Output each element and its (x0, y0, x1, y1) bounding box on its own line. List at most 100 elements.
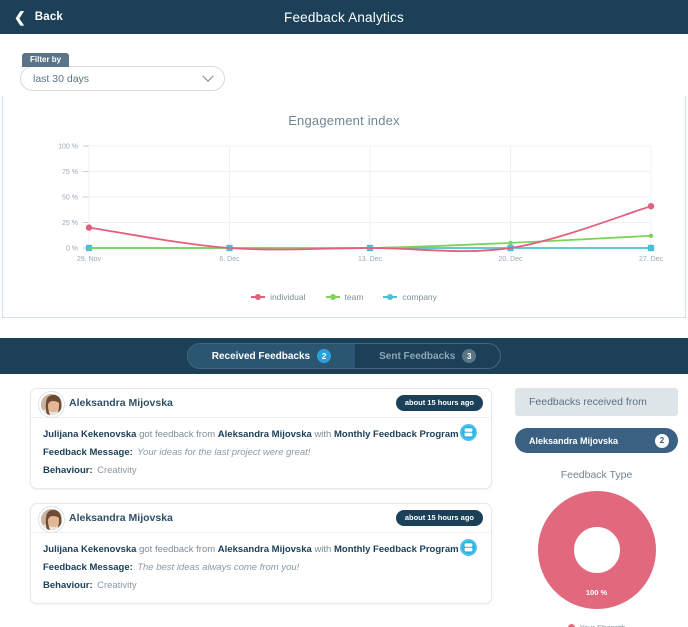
feedback-author-name: Aleksandra Mijovska (69, 512, 173, 524)
feedback-card-header: Aleksandra Mijovska about 15 hours ago (31, 504, 491, 533)
chevron-left-icon: ❮ (14, 9, 26, 25)
tabs-band: Received Feedbacks 2 Sent Feedbacks 3 (0, 338, 688, 374)
tab-sent-feedbacks[interactable]: Sent Feedbacks 3 (355, 344, 500, 368)
chart-plot-area: 0 % 25 % 50 % 75 % 100 % 29. Nov 6. Dec 13. De… (3, 138, 685, 278)
feedback-type-title: Feedback Type (560, 469, 633, 481)
x-tick-label: 27. Dec (639, 256, 664, 263)
page-title: Feedback Analytics (284, 9, 404, 25)
tab-received-feedbacks[interactable]: Received Feedbacks 2 (187, 344, 356, 368)
data-point-individual (85, 224, 93, 231)
avatar-image (41, 509, 62, 530)
feedback-card-body: Julijana Kekenovska got feedback from Al… (31, 533, 491, 603)
badge-icon (460, 539, 477, 556)
legend-label: individual (270, 292, 306, 302)
avatar (39, 392, 64, 417)
chart-x-axis-labels: 29. Nov 6. Dec 13. Dec 20. Dec 27. Dec (77, 256, 664, 263)
feedback-timestamp: about 15 hours ago (395, 395, 483, 411)
donut-legend: Your Strength (515, 623, 678, 627)
feedback-message-label: Feedback Message: (43, 562, 133, 573)
x-tick-label: 13. Dec (358, 256, 383, 263)
tab-count-badge: 2 (317, 349, 332, 363)
feedback-card-body: Julijana Kekenovska got feedback from Al… (31, 418, 491, 488)
feedback-message-text: The best ideas always come from you! (137, 562, 300, 573)
feedback-card[interactable]: Aleksandra Mijovska about 15 hours ago J… (30, 388, 492, 489)
feedback-program: Monthly Feedback Program (333, 429, 459, 440)
chart-gridlines (83, 145, 652, 249)
feedback-behaviour-value: Creativity (97, 465, 137, 476)
x-tick-label: 6. Dec (219, 256, 240, 263)
y-tick-label: 50 % (62, 195, 78, 202)
y-tick-label: 100 % (58, 144, 78, 151)
y-tick-label: 0 % (66, 246, 78, 253)
feedback-behaviour-line: Behaviour: Creativity (43, 575, 479, 593)
feedback-card[interactable]: Aleksandra Mijovska about 15 hours ago J… (30, 503, 492, 604)
chevron-down-icon (202, 70, 214, 82)
chart-title: Engagement index (288, 113, 400, 128)
donut-center-label: 100 % (585, 588, 608, 597)
avatar (39, 507, 64, 532)
data-point-company (647, 244, 655, 252)
feedbacks-received-from-box: Feedbacks received from (515, 388, 678, 416)
feedback-giver: Aleksandra Mijovska (217, 544, 312, 555)
feedback-behaviour-line: Behaviour: Creativity (43, 460, 479, 478)
legend-marker-icon (383, 293, 398, 300)
badge-icon-wrapper[interactable] (460, 539, 477, 556)
back-button-label: Back (34, 11, 64, 23)
legend-marker-icon (325, 293, 340, 300)
filter-bar: Filter by last 30 days (0, 34, 688, 96)
legend-marker-icon (251, 293, 266, 300)
feedback-summary-line: Julijana Kekenovska got feedback from Al… (43, 544, 464, 555)
feedback-behaviour-label: Behaviour: (43, 580, 93, 591)
data-point-team (508, 240, 513, 246)
feedback-recipient: Julijana Kekenovska (43, 429, 137, 440)
feedback-timestamp: about 15 hours ago (395, 510, 483, 526)
app-header: ❮ Back Feedback Analytics (0, 0, 688, 34)
feedback-behaviour-value: Creativity (97, 580, 137, 591)
sidebar-person-filter[interactable]: Aleksandra Mijovska 2 (515, 428, 678, 453)
sidebar-person-name: Aleksandra Mijovska (529, 435, 619, 446)
feedback-program: Monthly Feedback Program (333, 544, 459, 555)
legend-item-team[interactable]: team (325, 292, 364, 302)
tab-label: Received Feedbacks (211, 350, 311, 362)
main-content: Aleksandra Mijovska about 15 hours ago J… (0, 374, 688, 627)
filter-label: Filter by (22, 53, 70, 67)
feedback-summary-line: Julijana Kekenovska got feedback from Al… (43, 429, 464, 440)
badge-icon-wrapper[interactable] (460, 424, 477, 441)
feedback-giver: Aleksandra Mijovska (217, 429, 312, 440)
legend-label: team (344, 292, 364, 302)
y-tick-label: 75 % (62, 169, 78, 176)
feedbacks-received-from-title: Feedbacks received from (529, 396, 647, 408)
chart-y-axis-labels: 0 % 25 % 50 % 75 % 100 % (58, 144, 78, 253)
filter-select[interactable]: last 30 days (20, 66, 225, 91)
x-tick-label: 29. Nov (77, 256, 102, 263)
back-button[interactable]: ❮ Back (0, 10, 63, 24)
donut-legend-label: Your Strength (580, 623, 626, 627)
feedback-type-donut-chart: 100 % (515, 491, 678, 614)
legend-item-individual[interactable]: individual (251, 292, 306, 302)
legend-item-company[interactable]: company (383, 292, 437, 302)
tab-count-badge: 3 (462, 349, 477, 363)
legend-label: company (402, 292, 437, 302)
feedback-card-header: Aleksandra Mijovska about 15 hours ago (31, 389, 491, 418)
feedback-tabs: Received Feedbacks 2 Sent Feedbacks 3 (186, 343, 502, 369)
feedback-author-name: Aleksandra Mijovska (69, 397, 173, 409)
feedback-message-text: Your ideas for the last project were gre… (137, 447, 311, 458)
feedback-list: Aleksandra Mijovska about 15 hours ago J… (0, 374, 505, 627)
sidebar-panel: Feedbacks received from Aleksandra Mijov… (505, 374, 688, 627)
x-tick-label: 20. Dec (498, 256, 523, 263)
line-chart-svg: 0 % 25 % 50 % 75 % 100 % 29. Nov 6. Dec 13. De… (58, 144, 664, 264)
feedback-message-line: Feedback Message: The best ideas always … (43, 557, 479, 575)
tab-label: Sent Feedbacks (379, 350, 456, 362)
feedback-message-line: Feedback Message: Your ideas for the las… (43, 442, 479, 460)
y-tick-label: 25 % (62, 220, 78, 227)
avatar-image (41, 394, 62, 415)
data-point-team (648, 233, 654, 238)
data-point-individual (647, 202, 655, 210)
feedback-behaviour-label: Behaviour: (43, 465, 93, 476)
badge-icon (460, 424, 477, 441)
feedback-recipient: Julijana Kekenovska (43, 544, 137, 555)
chart-legend: individual team company (3, 292, 685, 302)
feedback-message-label: Feedback Message: (43, 447, 133, 458)
engagement-chart-panel: Engagement index 0 % 25 % 50 % 75 % 100 % 29… (2, 96, 686, 318)
filter-selected-value: last 30 days (33, 72, 90, 85)
